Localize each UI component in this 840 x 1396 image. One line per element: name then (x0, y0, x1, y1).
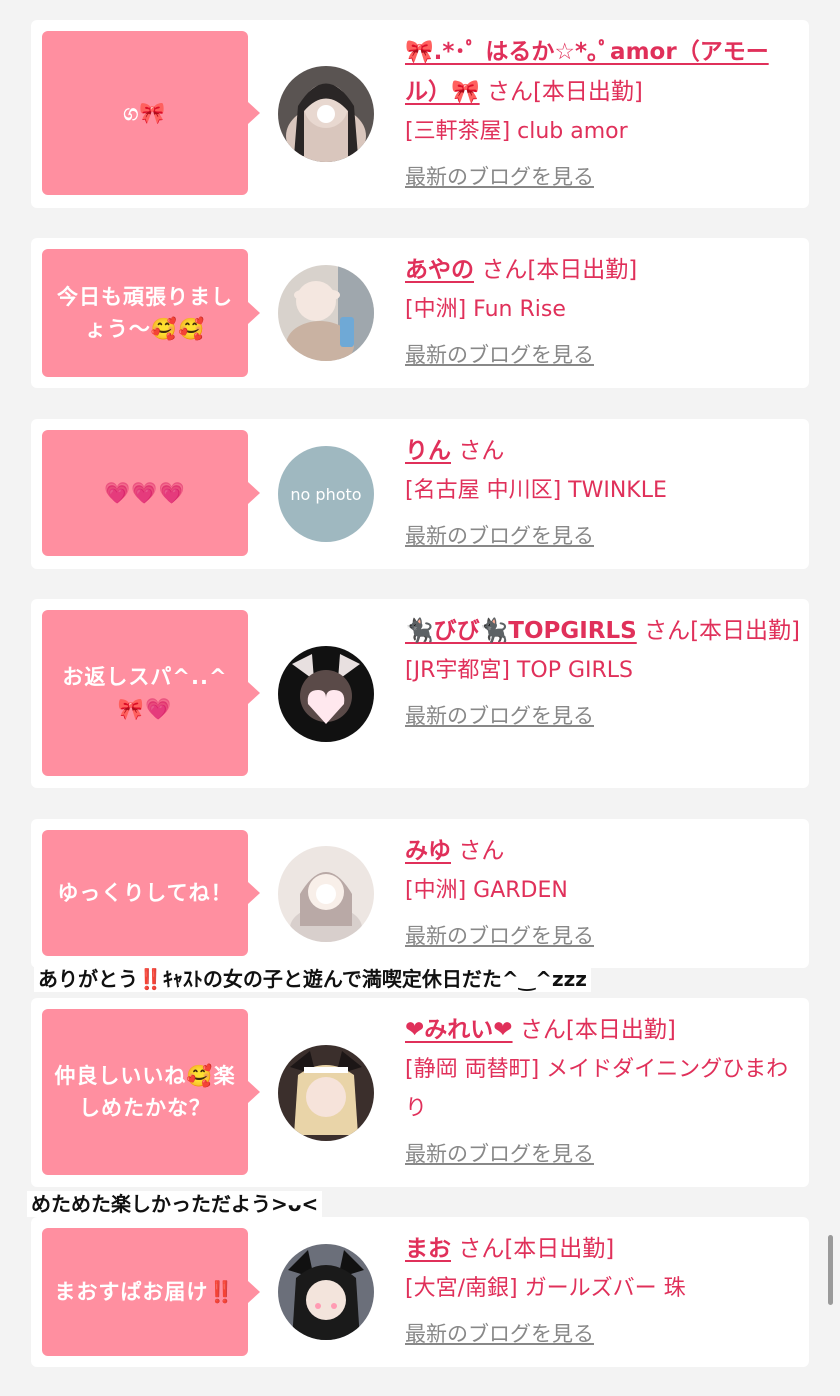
latest-blog-link[interactable]: 最新のブログを見る (405, 696, 803, 736)
status-label: [本日出勤] (527, 257, 638, 283)
status-label: [本日出勤] (690, 618, 801, 644)
cast-name-link[interactable]: みゆ (405, 838, 451, 864)
latest-blog-link[interactable]: 最新のブログを見る (405, 1314, 803, 1354)
latest-blog-link[interactable]: 最新のブログを見る (405, 157, 803, 197)
message-bubble: お返しスパ^..^🎀💗 (42, 610, 260, 776)
san-label: さん (519, 1017, 566, 1043)
san-label: さん (458, 438, 505, 464)
message-text: まおすぱお届け‼️ (54, 1280, 236, 1304)
latest-blog-link[interactable]: 最新のブログを見る (405, 1134, 803, 1174)
message-text: ග🎀 (123, 101, 167, 125)
avatar[interactable] (278, 646, 374, 742)
shop-label: [JR宇都宮] TOP GIRLS (405, 658, 633, 683)
status-label: [本日出勤] (532, 79, 643, 105)
message-bubble: まおすぱお届け‼️ (42, 1228, 260, 1356)
shop-label: [静岡 両替町] メイドダイニングひまわり (405, 1057, 789, 1121)
cast-name-link[interactable]: あやの (405, 257, 474, 283)
avatar[interactable] (278, 66, 374, 162)
cast-name-link[interactable]: 🐈‍⬛びび🐈‍⬛TOPGIRLS (405, 618, 637, 644)
message-bubble: 今日も頑張りましょう〜🥰🥰 (42, 249, 260, 377)
no-photo-label: no photo (290, 484, 362, 504)
message-text: 今日も頑張りましょう〜🥰🥰 (57, 285, 233, 341)
blog-card: ゆっくりしてね！ みゆ さん [中洲] GARDEN 最新のブログを見る (31, 819, 809, 968)
san-label: さん (458, 1236, 505, 1262)
san-label: さん (458, 838, 505, 864)
cast-name-link[interactable]: りん (405, 438, 451, 464)
status-label: [本日出勤] (565, 1017, 676, 1043)
scrollbar[interactable] (828, 1235, 833, 1305)
avatar-no-photo[interactable]: no photo (278, 446, 374, 542)
message-bubble: ゆっくりしてね！ (42, 830, 260, 956)
shop-label: [大宮/南銀] ガールズバー 珠 (405, 1276, 686, 1301)
latest-blog-link[interactable]: 最新のブログを見る (405, 916, 803, 956)
blog-card: ග🎀 🎀.*･ﾟ はるか☆*｡ﾟamor（アモール）🎀 さん[本日出勤] [三軒… (31, 20, 809, 208)
blog-card: 今日も頑張りましょう〜🥰🥰 あやの さん[本日出勤] [中洲] Fun Rise… (31, 238, 809, 388)
cast-name-link[interactable]: ❤みれい❤ (405, 1017, 513, 1043)
shop-label: [三軒茶屋] club amor (405, 119, 628, 144)
blog-card: 💗💗💗 no photo りん さん [名古屋 中川区] TWINKLE 最新の… (31, 419, 809, 569)
message-text: お返しスパ^..^🎀💗 (62, 665, 228, 721)
cast-name-link[interactable]: まお (405, 1236, 451, 1262)
message-bubble: 仲良しいいね🥰楽しめたかな？ (42, 1009, 260, 1175)
latest-blog-link[interactable]: 最新のブログを見る (405, 516, 803, 556)
san-label: さん (486, 79, 533, 105)
blog-card: お返しスパ^..^🎀💗 🐈‍⬛びび🐈‍⬛TOPGIRLS さん[本日出勤] [J… (31, 599, 809, 788)
latest-blog-link[interactable]: 最新のブログを見る (405, 335, 803, 375)
avatar[interactable] (278, 846, 374, 942)
shop-label: [名古屋 中川区] TWINKLE (405, 478, 667, 503)
status-label: [本日出勤] (504, 1236, 615, 1262)
san-label: さん (481, 257, 528, 283)
san-label: さん (644, 618, 691, 644)
message-bubble: ග🎀 (42, 31, 260, 195)
blog-card: まおすぱお届け‼️ まお さん[本日出勤] [大宮/南銀] ガールズバー 珠 最… (31, 1217, 809, 1367)
message-text: ゆっくりしてね！ (57, 881, 233, 905)
shop-label: [中洲] Fun Rise (405, 297, 566, 322)
message-text: 💗💗💗 (104, 481, 186, 505)
user-comment: めためた楽しかっただよう>ᴗ< (27, 1191, 323, 1217)
avatar[interactable] (278, 1244, 374, 1340)
avatar[interactable] (278, 1045, 374, 1141)
message-bubble: 💗💗💗 (42, 430, 260, 556)
user-comment: ありがとう‼️ｷｬｽﾄの女の子と遊んで満喫定休日だた^‿^zzz (34, 966, 591, 992)
shop-label: [中洲] GARDEN (405, 878, 568, 903)
message-text: 仲良しいいね🥰楽しめたかな？ (54, 1064, 236, 1120)
avatar[interactable] (278, 265, 374, 361)
blog-card: 仲良しいいね🥰楽しめたかな？ ❤みれい❤ さん[本日出勤] [静岡 両替町] メ… (31, 998, 809, 1187)
